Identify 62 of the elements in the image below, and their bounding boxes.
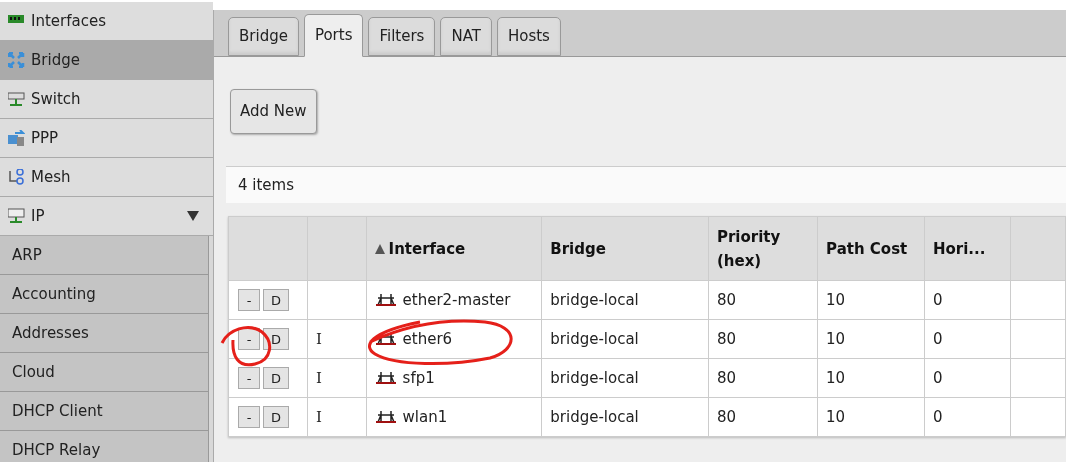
- interface-name: sfp1: [402, 367, 435, 389]
- sidebar-item[interactable]: Bridge: [0, 41, 213, 80]
- sidebar-item[interactable]: Cloud: [0, 353, 208, 392]
- disable-button[interactable]: D: [263, 289, 289, 311]
- priority-value: 80: [716, 368, 737, 387]
- sidebar-item[interactable]: DHCP Client: [0, 392, 208, 431]
- computer-icon: [8, 130, 25, 146]
- priority-value: 80: [716, 290, 737, 309]
- sidebar-item[interactable]: Accounting: [0, 275, 208, 314]
- flag-text: I: [316, 368, 323, 387]
- disable-button[interactable]: D: [263, 406, 289, 428]
- bridge-icon: [374, 410, 397, 424]
- add-new-button[interactable]: Add New: [230, 89, 317, 134]
- bridge-name: bridge-local: [550, 329, 639, 348]
- sidebar-item[interactable]: Mesh: [0, 158, 213, 197]
- tab[interactable]: NAT: [440, 17, 492, 56]
- sidebar-item[interactable]: IP: [0, 197, 213, 236]
- horizon-value: 0: [932, 290, 943, 309]
- disable-button[interactable]: D: [263, 328, 289, 350]
- remove-button[interactable]: -: [238, 367, 260, 389]
- tab[interactable]: Ports: [303, 14, 364, 57]
- item-count: 4 items: [238, 174, 294, 196]
- bridge-icon: [374, 371, 397, 385]
- horizon-value: 0: [932, 368, 943, 387]
- priority-value: 80: [716, 407, 737, 426]
- bridge-icon: [374, 293, 397, 307]
- interface-name: wlan1: [402, 406, 448, 428]
- column-header[interactable]: Bridge: [550, 236, 606, 261]
- tab[interactable]: Bridge: [228, 17, 299, 56]
- horizon-value: 0: [932, 329, 943, 348]
- sort-ascending-icon[interactable]: [374, 243, 385, 254]
- bridge-name: bridge-local: [550, 290, 639, 309]
- sidebar-item[interactable]: DHCP Relay: [0, 431, 208, 462]
- sidebar-item[interactable]: Interfaces: [0, 2, 213, 41]
- nodes-icon: [8, 169, 25, 185]
- arrows-icon: [8, 52, 25, 68]
- interface-name: ether2-master: [402, 289, 511, 311]
- flag-text: I: [316, 329, 323, 348]
- switch-icon: [8, 91, 25, 107]
- path-cost-value: 10: [826, 290, 846, 309]
- sidebar-item[interactable]: ARP: [0, 236, 208, 275]
- bridge-name: bridge-local: [550, 407, 639, 426]
- network-icon: [8, 208, 25, 224]
- remove-button[interactable]: -: [238, 406, 260, 428]
- sidebar-item[interactable]: Addresses: [0, 314, 208, 353]
- tab[interactable]: Filters: [368, 17, 436, 56]
- tab[interactable]: Hosts: [496, 17, 561, 56]
- bridge-icon: [374, 332, 397, 346]
- sidebar-item[interactable]: PPP: [0, 119, 213, 158]
- priority-value: 80: [716, 329, 737, 348]
- column-header[interactable]: Interface: [388, 236, 466, 261]
- path-cost-value: 10: [826, 329, 846, 348]
- remove-button[interactable]: -: [238, 289, 260, 311]
- disable-button[interactable]: D: [263, 367, 289, 389]
- interface-name: ether6: [402, 328, 453, 350]
- bridge-name: bridge-local: [550, 368, 639, 387]
- scrollbar[interactable]: [208, 236, 213, 462]
- horizon-value: 0: [932, 407, 943, 426]
- path-cost-value: 10: [826, 407, 846, 426]
- path-cost-value: 10: [826, 368, 846, 387]
- sidebar-item[interactable]: Switch: [0, 80, 213, 119]
- flag-text: I: [316, 407, 323, 426]
